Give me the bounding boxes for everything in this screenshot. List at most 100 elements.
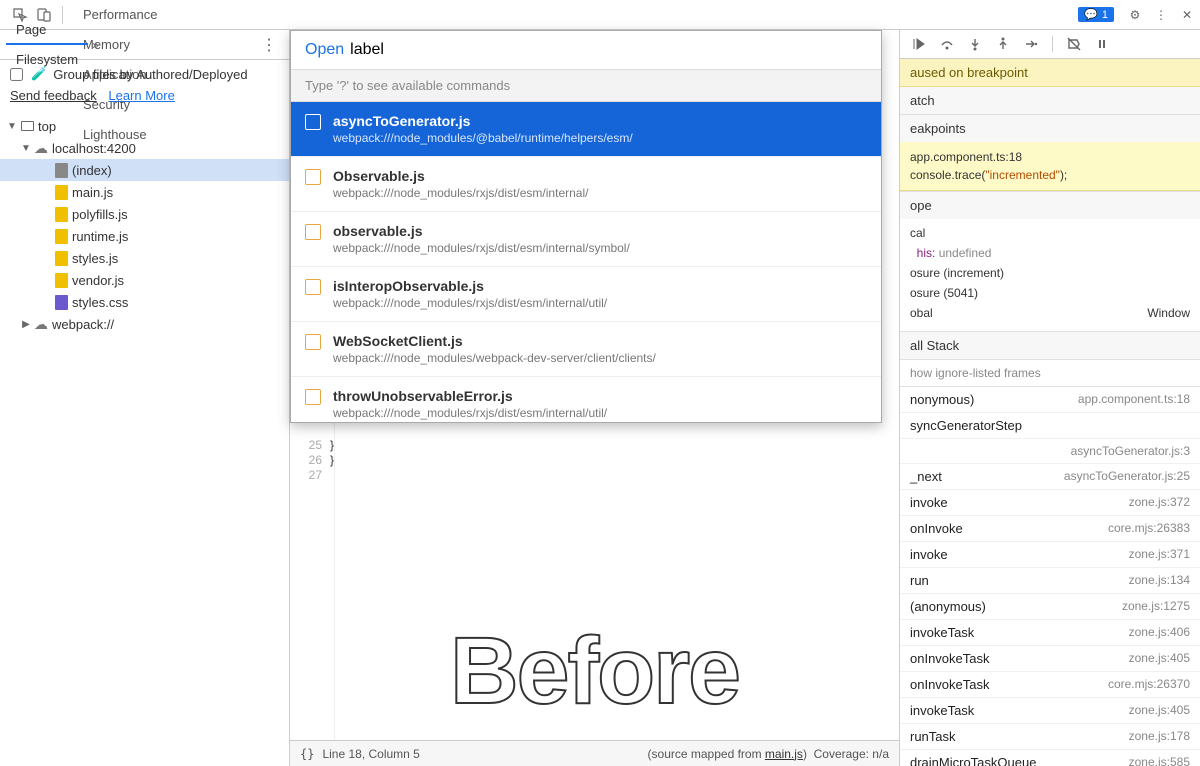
file-type-icon — [52, 229, 70, 244]
scope-section-header[interactable]: ope — [900, 192, 1200, 219]
source-map-file-link[interactable]: main.js — [765, 747, 803, 761]
more-tabs-chevron-icon[interactable]: » — [88, 38, 103, 52]
open-result-item[interactable]: WebSocketClient.jswebpack:///node_module… — [291, 322, 881, 377]
breakpoints-section-header[interactable]: eakpoints — [900, 115, 1200, 142]
watch-section-header[interactable]: atch — [900, 87, 1200, 114]
deactivate-breakpoints-icon[interactable] — [1063, 33, 1085, 55]
stack-frame[interactable]: runTaskzone.js:178 — [900, 724, 1200, 750]
stack-frame[interactable]: runzone.js:134 — [900, 568, 1200, 594]
stack-fn: invokeTask — [910, 625, 974, 640]
beaker-icon: 🧪 — [31, 66, 47, 82]
stack-frame[interactable]: asyncToGenerator.js:3 — [900, 439, 1200, 464]
stack-frame[interactable]: onInvokecore.mjs:26383 — [900, 516, 1200, 542]
show-ignore-listed[interactable]: how ignore-listed frames — [900, 360, 1200, 387]
stack-frame[interactable]: invokezone.js:371 — [900, 542, 1200, 568]
result-title: Observable.js — [333, 167, 588, 185]
tree-item-label: main.js — [72, 185, 113, 200]
stack-frame[interactable]: drainMicroTaskQueue zone.js:585 — [900, 750, 1200, 766]
pretty-print-icon[interactable]: {} — [300, 747, 314, 761]
stack-fn: onInvokeTask — [910, 651, 990, 666]
stack-frame[interactable]: invokeTask zone.js:406 — [900, 620, 1200, 646]
stack-loc: core.mjs:26370 — [1108, 677, 1190, 692]
stack-frame[interactable]: (anonymous)zone.js:1275 — [900, 594, 1200, 620]
pause-exceptions-icon[interactable] — [1091, 33, 1113, 55]
file-type-icon — [52, 163, 70, 178]
more-vert-icon[interactable]: ⋮ — [1150, 4, 1172, 26]
tree-item[interactable]: vendor.js — [0, 269, 289, 291]
file-type-icon — [32, 316, 50, 333]
line-number: 27 — [290, 468, 330, 483]
breakpoint-item[interactable]: app.component.ts:18 console.trace("incre… — [900, 142, 1200, 191]
stack-frame[interactable]: invokeTask zone.js:405 — [900, 698, 1200, 724]
learn-more-link[interactable]: Learn More — [108, 88, 174, 103]
stack-frame[interactable]: onInvokeTaskcore.mjs:26370 — [900, 672, 1200, 698]
issues-badge[interactable]: 💬1 — [1078, 7, 1114, 22]
file-type-icon — [18, 121, 36, 131]
line-text: } — [330, 453, 334, 468]
open-result-item[interactable]: throwUnobservableError.jswebpack:///node… — [291, 377, 881, 422]
tree-item[interactable]: ▶ webpack:// — [0, 313, 289, 335]
open-result-item[interactable]: asyncToGenerator.jswebpack:///node_modul… — [291, 102, 881, 157]
stack-loc: zone.js:371 — [1129, 547, 1190, 562]
open-hint: Type '?' to see available commands — [291, 69, 881, 102]
settings-gear-icon[interactable]: ⚙ — [1124, 4, 1146, 26]
tree-item[interactable]: main.js — [0, 181, 289, 203]
tree-item[interactable]: polyfills.js — [0, 203, 289, 225]
tree-item[interactable]: ▼top — [0, 115, 289, 137]
stack-loc: zone.js:405 — [1129, 703, 1190, 718]
step-icon[interactable] — [1020, 33, 1042, 55]
open-file-input[interactable] — [350, 41, 867, 59]
tree-item-label: webpack:// — [52, 317, 114, 332]
stack-frame[interactable]: invokezone.js:372 — [900, 490, 1200, 516]
tree-item-label: polyfills.js — [72, 207, 128, 222]
close-icon[interactable]: ✕ — [1176, 4, 1198, 26]
tree-item[interactable]: styles.css — [0, 291, 289, 313]
stack-loc: zone.js:178 — [1129, 729, 1190, 744]
step-into-icon[interactable] — [964, 33, 986, 55]
stack-frame[interactable]: _next asyncToGenerator.js:25 — [900, 464, 1200, 490]
nav-tab-page[interactable]: Page — [6, 15, 88, 45]
result-path: webpack:///node_modules/rxjs/dist/esm/in… — [333, 405, 607, 421]
resume-icon[interactable] — [908, 33, 930, 55]
stack-fn: drainMicroTaskQueue — [910, 755, 1036, 766]
group-files-checkbox[interactable] — [10, 68, 23, 81]
stack-fn: (anonymous) — [910, 599, 986, 614]
stack-frame[interactable]: nonymous) app.component.ts:18 — [900, 387, 1200, 413]
open-result-item[interactable]: observable.jswebpack:///node_modules/rxj… — [291, 212, 881, 267]
stack-fn: run — [910, 573, 929, 588]
stack-fn: _next — [910, 469, 942, 484]
step-out-icon[interactable] — [992, 33, 1014, 55]
stack-fn: invokeTask — [910, 703, 974, 718]
file-icon — [305, 389, 321, 405]
navigator-more-icon[interactable]: ⋮ — [255, 35, 283, 55]
tree-item[interactable]: styles.js — [0, 247, 289, 269]
file-type-icon — [52, 207, 70, 222]
editor-status-bar: {} Line 18, Column 5 (source mapped from… — [290, 740, 899, 766]
tree-item[interactable]: runtime.js — [0, 225, 289, 247]
stack-loc: zone.js:585 — [1129, 755, 1190, 766]
tree-item-label: (index) — [72, 163, 112, 178]
stack-fn: invoke — [910, 495, 948, 510]
stack-loc: asyncToGenerator.js:25 — [1064, 469, 1190, 484]
stack-frame[interactable]: onInvokeTaskzone.js:405 — [900, 646, 1200, 672]
tree-item-label: styles.js — [72, 251, 118, 266]
result-path: webpack:///node_modules/@babel/runtime/h… — [333, 130, 633, 146]
file-icon — [305, 114, 321, 130]
tree-item-label: vendor.js — [72, 273, 124, 288]
overlay-text: Before — [450, 617, 739, 726]
tree-item[interactable]: ▼localhost:4200 — [0, 137, 289, 159]
file-icon — [305, 224, 321, 240]
stack-fn: nonymous) — [910, 392, 974, 407]
result-title: isInteropObservable.js — [333, 277, 607, 295]
tree-item[interactable]: (index) — [0, 159, 289, 181]
send-feedback-link[interactable]: Send feedback — [10, 88, 97, 103]
stack-frame[interactable]: syncGeneratorStep — [900, 413, 1200, 439]
call-stack-section-header[interactable]: all Stack — [900, 332, 1200, 359]
step-over-icon[interactable] — [936, 33, 958, 55]
open-result-item[interactable]: isInteropObservable.jswebpack:///node_mo… — [291, 267, 881, 322]
stack-loc: zone.js:406 — [1129, 625, 1190, 640]
stack-loc: app.component.ts:18 — [1078, 392, 1190, 407]
tree-twisty-icon: ▶ — [20, 319, 32, 330]
debugger-toolbar — [900, 30, 1200, 59]
open-result-item[interactable]: Observable.jswebpack:///node_modules/rxj… — [291, 157, 881, 212]
